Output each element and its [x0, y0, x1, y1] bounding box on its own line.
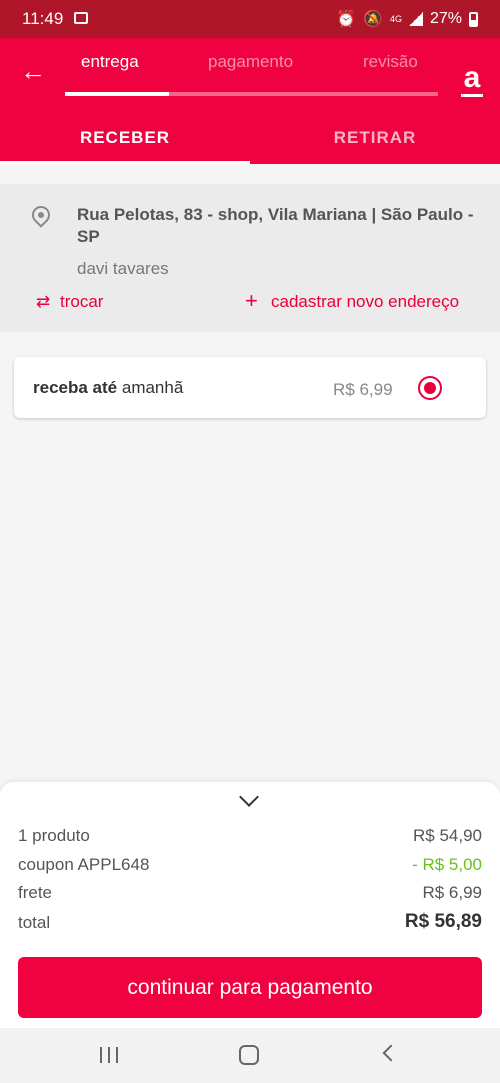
android-nav-bar [0, 1028, 500, 1083]
new-address-link[interactable]: cadastrar novo endereço [271, 292, 459, 312]
step-progress-fill [65, 92, 170, 96]
tab-indicator [0, 161, 250, 164]
status-time: 11:49 [22, 9, 64, 28]
alarm-icon: ⏰ [336, 11, 357, 28]
location-pin-icon [28, 202, 54, 228]
back-arrow-icon[interactable]: ← [20, 58, 46, 84]
summary-label: total [18, 913, 51, 932]
order-summary-panel: 1 produto R$ 54,90 coupon APPL648 - R$ 5… [0, 782, 500, 1028]
summary-label: frete [18, 883, 53, 902]
brand-logo-underline [461, 94, 483, 97]
address-line: Rua Pelotas, 83 - shop, Vila Mariana | S… [77, 205, 474, 246]
recipient-name: davi tavares [77, 259, 169, 278]
status-bar: 11:49 ⏰ 🔕 4G 27% [0, 0, 500, 38]
chevron-down-icon[interactable] [239, 787, 259, 807]
plus-icon[interactable]: + [245, 288, 258, 314]
tab-receber[interactable]: RECEBER [0, 128, 250, 148]
swap-address-link[interactable]: trocar [60, 292, 103, 312]
delivery-option-label-rest: amanhã [121, 378, 184, 397]
delivery-option-label: receba até amanhã [33, 378, 183, 398]
image-notification-icon [74, 12, 88, 24]
continue-to-payment-button[interactable]: continuar para pagamento [18, 957, 482, 1018]
summary-total-value: R$ 56,89 [404, 911, 482, 932]
summary-row-shipping: frete R$ 6,99 [18, 883, 482, 903]
delivery-option-price: R$ 6,99 [333, 380, 393, 399]
step-pagamento: pagamento [208, 52, 294, 71]
delivery-option-label-bold: receba até [33, 378, 118, 397]
summary-label: coupon APPL648 [18, 855, 150, 874]
summary-value: R$ 6,99 [422, 883, 482, 902]
address-section: Rua Pelotas, 83 - shop, Vila Mariana | S… [0, 184, 500, 332]
summary-label: 1 produto [18, 826, 90, 845]
battery-icon [469, 11, 478, 27]
home-icon[interactable] [239, 1045, 259, 1065]
step-entrega: entrega [81, 52, 139, 71]
step-progress-bar [65, 92, 438, 96]
battery-percent: 27% [429, 10, 462, 27]
summary-row-products: 1 produto R$ 54,90 [18, 826, 482, 846]
network-label: 4G [389, 14, 402, 24]
tab-retirar[interactable]: RETIRAR [250, 128, 500, 148]
brand-logo: a [463, 61, 481, 94]
mute-icon: 🔕 [363, 11, 383, 28]
signal-icon [408, 12, 423, 26]
summary-value: - R$ 5,00 [412, 855, 482, 874]
nav-back-icon[interactable] [382, 1044, 400, 1062]
summary-value: R$ 54,90 [413, 826, 482, 845]
delivery-option-card[interactable]: receba até amanhã R$ 6,99 [14, 357, 486, 418]
swap-icon[interactable]: ⇄ [36, 292, 50, 312]
summary-row-total: total R$ 56,89 [18, 911, 482, 933]
checkout-steps: entrega pagamento revisão [65, 52, 438, 76]
step-revisao: revisão [363, 52, 418, 71]
checkout-header: ← entrega pagamento revisão a RECEBER RE… [0, 38, 500, 164]
summary-row-coupon: coupon APPL648 - R$ 5,00 [18, 855, 482, 875]
recent-apps-icon[interactable] [100, 1047, 118, 1063]
delivery-option-radio[interactable] [418, 376, 442, 400]
status-icons: ⏰ 🔕 4G 27% [336, 9, 478, 29]
